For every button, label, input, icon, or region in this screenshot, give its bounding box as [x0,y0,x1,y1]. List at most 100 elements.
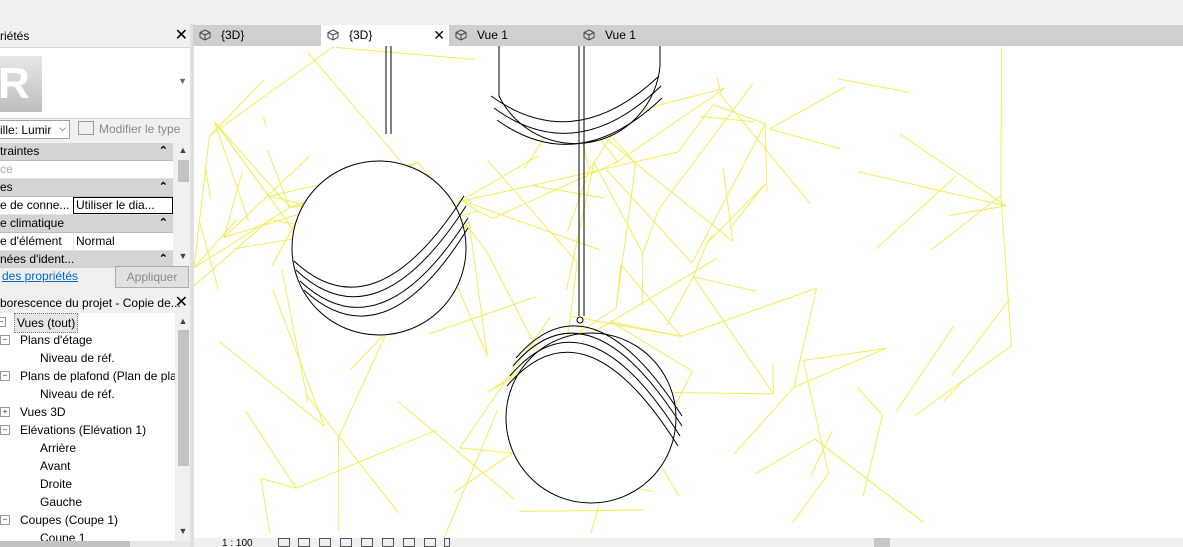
tree-item[interactable]: − Elévations (Elévation 1) [0,421,175,439]
chevron-down-icon: ⌵ [59,123,66,133]
pendant-lamp[interactable] [490,46,663,316]
scroll-up-icon[interactable]: ▲ [175,316,191,326]
tree-item[interactable]: Avant [0,457,175,475]
viewport-scrollbar-thumb[interactable] [874,538,890,547]
sun-path-icon[interactable] [319,538,331,547]
property-group-header[interactable]: traintes ⌃ [0,143,173,161]
tree-item[interactable]: Niveau de réf. [0,349,175,367]
tab-vue-1[interactable]: Vue 1 [449,25,577,46]
more-controls-icon[interactable] [444,538,450,547]
close-tab-icon[interactable]: ✕ [433,25,445,46]
property-row[interactable]: e de conne... Utiliser le dia... [0,197,173,215]
tree-item-label: Plans de plafond (Plan de pla [20,369,175,383]
view-scale[interactable]: 1 : 100 [222,539,253,547]
show-crop-icon[interactable] [403,538,415,547]
scroll-down-icon[interactable]: ▼ [175,251,191,261]
scrollbar-thumb[interactable] [178,160,189,182]
project-browser-tree: − Vues (tout) − Plans d'étage Niveau de réf.… [0,313,175,541]
project-browser-header: borescence du projet - Copie de... ✕ [0,292,193,315]
property-value-field[interactable]: Utiliser le dia... [73,197,173,214]
shadows-icon[interactable] [340,538,352,547]
tree-item[interactable]: − Plans d'étage [0,331,175,349]
collapse-icon[interactable]: − [0,317,6,327]
tree-item-label: Coupes (Coupe 1) [20,513,119,527]
group-label: traintes [0,144,40,158]
collapse-icon[interactable]: − [0,515,10,525]
collapse-icon[interactable]: ⌃ [159,215,168,232]
3d-viewport[interactable] [194,46,1183,538]
tree-item[interactable]: Coupe 1 [0,529,175,541]
tree-item-label: Droite [40,477,73,491]
3d-canvas[interactable] [194,46,1183,538]
tab-3d-1[interactable]: {3D} [193,25,321,46]
properties-help-link[interactable]: des propriétés [2,269,78,283]
scroll-down-icon[interactable]: ▼ [175,526,191,536]
property-row[interactable]: e d'élément Normal [0,233,173,251]
browser-hscrollbar[interactable] [0,541,193,547]
tab-3d-2[interactable]: {3D} ✕ [321,25,449,46]
tab-label: Vue 1 [605,28,636,42]
revit-logo-icon: R [0,56,42,112]
property-group-header[interactable]: e climatique ⌃ [0,215,173,233]
family-type-dropdown[interactable]: ille: Lumir ⌵ [0,120,70,139]
crop-view-icon[interactable] [382,538,394,547]
properties-panel-header: riétés ✕ [0,25,193,48]
property-group-header[interactable]: es ⌃ [0,179,173,197]
property-name: e de conne... [0,198,70,212]
tree-item-label: Plans d'étage [20,333,93,347]
group-label: e climatique [0,216,65,230]
tree-item[interactable]: Droite [0,475,175,493]
property-name: ce [0,162,13,176]
collapse-icon[interactable]: − [0,335,10,345]
collapse-icon[interactable]: ⌃ [159,143,168,160]
tree-item-label: Vues (tout) [14,313,79,333]
scroll-up-icon[interactable]: ▲ [175,145,191,155]
tree-item[interactable]: Arrière [0,439,175,457]
visual-style-icon[interactable] [298,538,310,547]
edit-type-icon [78,121,94,135]
tree-item[interactable]: + Vues 3D [0,403,175,421]
type-selector[interactable]: R ▼ [0,48,193,119]
tab-vue-1-b[interactable]: Vue 1 [577,25,705,46]
3d-view-icon [199,29,211,41]
properties-table: traintes ⌃ ce es ⌃ e de conne... Utilise… [0,143,173,268]
collapse-icon[interactable]: − [0,425,10,435]
view-control-bar: 1 : 100 [194,538,1183,547]
properties-scrollbar[interactable]: ▲ ▼ [175,143,191,266]
tree-item-label: Niveau de réf. [40,387,115,401]
scrollbar-thumb[interactable] [178,330,189,466]
tree-item-label: Avant [40,459,71,473]
collapse-icon[interactable]: − [0,371,10,381]
close-icon[interactable]: ✕ [175,26,188,46]
tree-item-label: Gauche [40,495,83,509]
tree-item[interactable]: Gauche [0,493,175,511]
pendant-lamp[interactable] [291,46,469,336]
expand-icon[interactable]: + [0,407,10,417]
tree-item-label: Vues 3D [20,405,66,419]
tree-item-label: Arrière [40,441,77,455]
3d-view-icon [583,29,595,41]
tree-item[interactable]: − Plans de plafond (Plan de pla [0,367,175,385]
tree-item[interactable]: − Vues (tout) [0,313,175,333]
detail-level-icon[interactable] [278,538,290,547]
pendant-lamp[interactable] [505,316,683,504]
scrollbar-thumb[interactable] [0,541,130,547]
chevron-down-icon[interactable]: ▼ [178,76,187,86]
render-icon[interactable] [361,538,373,547]
apply-button[interactable]: Appliquer [115,266,189,288]
family-type-value: ille: Lumir [0,123,52,137]
lock-view-icon[interactable] [424,538,436,547]
close-icon[interactable]: ✕ [175,293,188,313]
view-tab-bar: {3D} {3D} ✕ Vue 1 Vue 1 [193,25,1183,46]
property-value[interactable]: Normal [73,233,173,250]
3d-view-icon [327,29,339,41]
browser-scrollbar[interactable]: ▲ ▼ [175,313,191,541]
tree-item-label: Niveau de réf. [40,351,115,365]
tree-item[interactable]: Niveau de réf. [0,385,175,403]
tree-item[interactable]: − Coupes (Coupe 1) [0,511,175,529]
edit-type-label: Modifier le type [99,122,181,136]
edit-type-button[interactable]: Modifier le type [78,121,180,136]
project-browser-title: borescence du projet - Copie de... [0,296,181,310]
property-row[interactable]: ce [0,161,173,179]
collapse-icon[interactable]: ⌃ [159,179,168,196]
